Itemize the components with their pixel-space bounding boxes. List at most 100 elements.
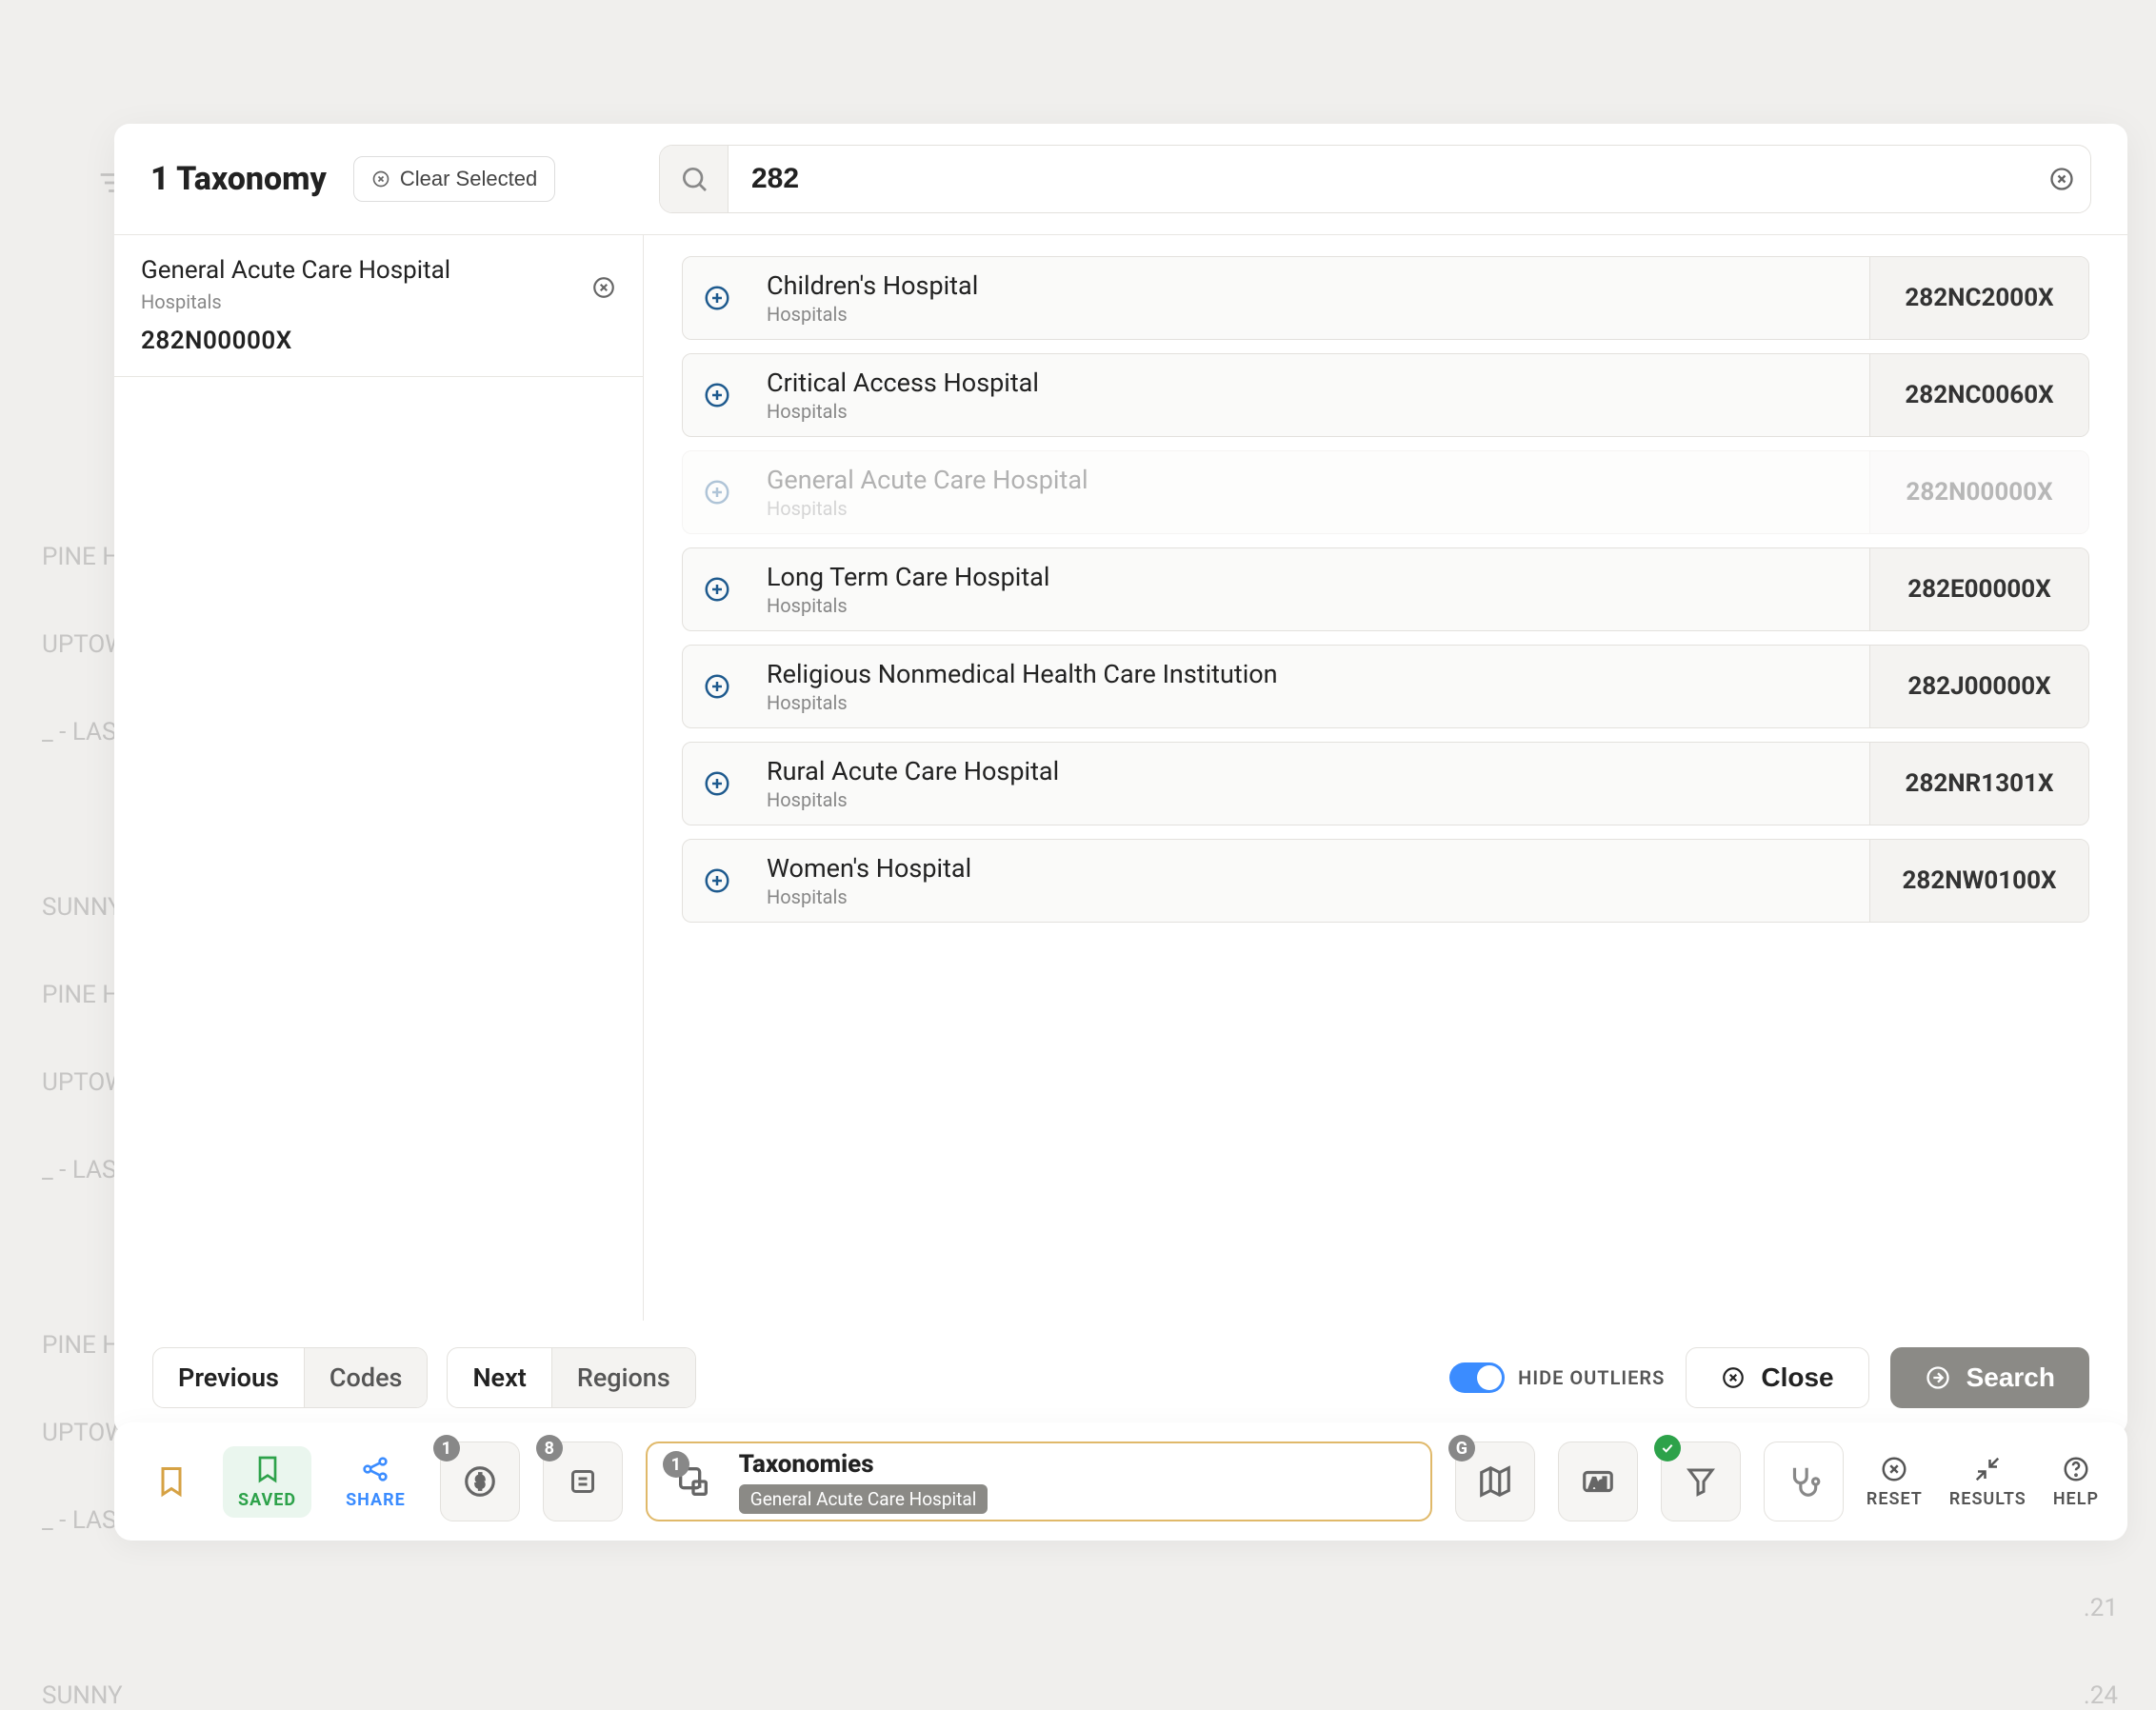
arrow-right-circle-icon [1925,1364,1951,1391]
selected-item-subtitle: Hospitals [141,290,450,313]
bookmark-button[interactable] [143,1442,200,1521]
clear-icon [371,169,390,189]
result-subtitle: Hospitals [767,594,1854,617]
result-row: Religious Nonmedical Health Care Institu… [682,645,2089,728]
stethoscope-button[interactable] [1764,1442,1844,1521]
search-input[interactable] [729,163,2033,195]
reset-icon [1880,1455,1908,1483]
bg-row-left: PINE H [42,543,120,571]
result-title: Rural Acute Care Hospital [767,756,1854,786]
result-code: 282NC2000X [1869,257,2088,339]
add-result-button[interactable] [683,646,751,727]
result-title: Critical Access Hospital [767,368,1854,398]
plus-circle-icon [703,672,731,701]
saved-button[interactable]: SAVED [223,1446,311,1518]
toggle-switch [1449,1362,1505,1393]
remove-selected-button[interactable] [591,256,616,300]
ad-button[interactable]: Ad [1558,1442,1638,1521]
next-label: Next [448,1348,550,1407]
badge-count: 8 [536,1435,563,1461]
hide-outliers-label: HIDE OUTLIERS [1518,1366,1665,1389]
result-row: Women's Hospital Hospitals 282NW0100X [682,839,2089,923]
close-button[interactable]: Close [1686,1347,1868,1408]
hide-outliers-toggle[interactable]: HIDE OUTLIERS [1449,1362,1665,1393]
bookmark-icon [154,1464,189,1499]
dollar-icon: $ [462,1463,498,1500]
search-field[interactable] [659,145,2091,213]
taxonomy-modal: 1 Taxonomy Clear Selected General Acute … [114,124,2127,1435]
taxonomies-title: Taxonomies [739,1450,988,1479]
previous-sublabel: Codes [304,1348,428,1407]
collapse-icon [1973,1455,2002,1483]
result-title: Long Term Care Hospital [767,562,1854,592]
result-subtitle: Hospitals [767,400,1854,423]
modal-header: 1 Taxonomy Clear Selected [114,124,2127,235]
result-subtitle: Hospitals [767,303,1854,326]
svg-text:Ad: Ad [1589,1476,1607,1491]
previous-button[interactable]: Previous Codes [152,1347,428,1408]
add-result-button[interactable] [683,354,751,436]
results-label: RESULTS [1949,1489,2026,1509]
share-icon [360,1454,390,1484]
results-list: Children's Hospital Hospitals 282NC2000X… [644,235,2127,1321]
result-row: General Acute Care Hospital Hospitals 28… [682,450,2089,534]
search-clear-button[interactable] [2033,166,2090,192]
result-code: 282NC0060X [1869,354,2088,436]
selected-item-title: General Acute Care Hospital [141,256,450,285]
reset-label: RESET [1867,1489,1923,1509]
saved-icon [252,1454,283,1484]
close-icon [2048,166,2075,192]
ad-icon: Ad [1580,1463,1616,1500]
help-icon [2062,1455,2090,1483]
map-button[interactable]: G [1455,1442,1535,1521]
selected-taxonomy-item: General Acute Care Hospital Hospitals 28… [114,235,643,377]
taxonomies-tag: General Acute Care Hospital [739,1484,988,1514]
search-button[interactable]: Search [1890,1347,2089,1408]
map-icon [1477,1463,1513,1500]
result-title: Religious Nonmedical Health Care Institu… [767,659,1854,689]
add-result-button[interactable] [683,840,751,922]
plus-circle-icon [703,866,731,895]
add-result-button[interactable] [683,548,751,630]
bg-row-left: PINE H [42,1331,120,1360]
result-code: 282NW0100X [1869,840,2088,922]
reset-button[interactable]: RESET [1867,1455,1923,1509]
saved-label: SAVED [238,1490,296,1510]
result-row: Critical Access Hospital Hospitals 282NC… [682,353,2089,437]
add-result-button[interactable] [683,743,751,825]
plus-circle-icon [703,381,731,409]
result-subtitle: Hospitals [767,788,1854,811]
result-code: 282E00000X [1869,548,2088,630]
plus-circle-icon [703,478,731,507]
add-result-button[interactable] [683,257,751,339]
selected-item-code: 282N00000X [141,327,450,355]
share-button[interactable]: SHARE [334,1446,417,1518]
filter-list-button[interactable]: 8 [543,1442,623,1521]
next-sublabel: Regions [551,1348,695,1407]
result-row: Children's Hospital Hospitals 282NC2000X [682,256,2089,340]
help-button[interactable]: HELP [2053,1455,2099,1509]
badge-count: 1 [433,1435,460,1461]
badge-count: G [1448,1435,1475,1461]
result-subtitle: Hospitals [767,885,1854,908]
result-code: 282J00000X [1869,646,2088,727]
clear-selected-button[interactable]: Clear Selected [353,156,555,202]
taxonomies-chip[interactable]: 1 Taxonomies General Acute Care Hospital [646,1442,1432,1521]
badge-count: 1 [663,1451,689,1478]
plus-circle-icon [703,575,731,604]
previous-label: Previous [153,1348,304,1407]
funnel-button[interactable] [1661,1442,1741,1521]
plus-circle-icon [703,769,731,798]
bg-row-left: PINE H [42,981,120,1009]
next-button[interactable]: Next Regions [447,1347,695,1408]
selected-sidebar: General Acute Care Hospital Hospitals 28… [114,235,644,1321]
filter-dollar-button[interactable]: 1 $ [440,1442,520,1521]
bg-row-right: .21 [2084,1594,2118,1622]
search-label: Search [1966,1362,2055,1393]
clear-selected-label: Clear Selected [400,167,537,191]
bg-row-left: _ - LAS [42,1156,116,1184]
funnel-icon [1684,1464,1718,1499]
results-button[interactable]: RESULTS [1949,1455,2026,1509]
close-icon [591,275,616,300]
help-label: HELP [2053,1489,2099,1509]
